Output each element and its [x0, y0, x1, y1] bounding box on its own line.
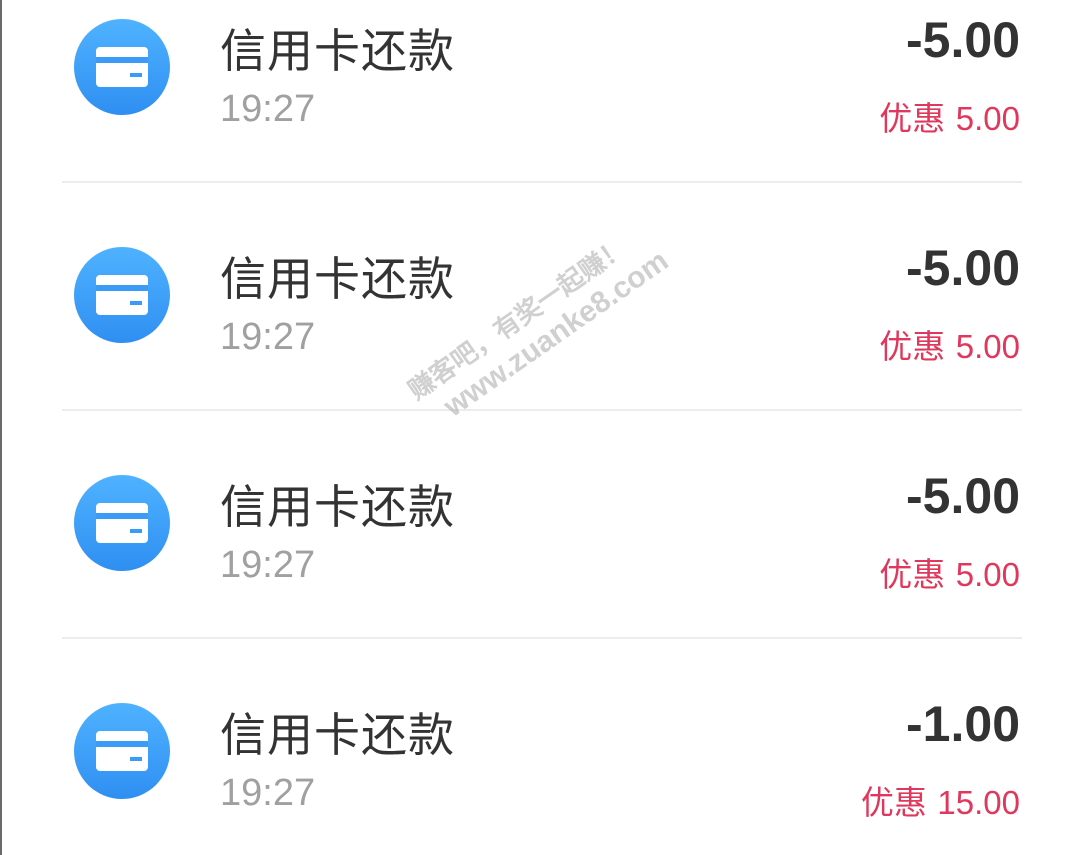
transaction-time: 19:27 [220, 88, 316, 130]
discount-label: 优惠 [879, 327, 946, 366]
discount-label: 优惠 [879, 99, 946, 138]
transaction-amount: -5.00 [906, 240, 1020, 296]
discount-label: 优惠 [879, 555, 946, 594]
transaction-discount: 优惠 15.00 [861, 776, 1020, 824]
discount-value: 15.00 [937, 784, 1020, 821]
transaction-discount: 优惠 5.00 [879, 320, 1020, 368]
transaction-title: 信用卡还款 [220, 480, 455, 534]
transaction-amount: -5.00 [906, 468, 1020, 524]
transaction-title: 信用卡还款 [220, 252, 455, 306]
transaction-row[interactable]: 信用卡还款 19:27 -1.00 优惠 15.00 [2, 639, 1080, 855]
transaction-time: 19:27 [220, 772, 316, 814]
transaction-amount: -5.00 [906, 12, 1020, 68]
transaction-time: 19:27 [220, 316, 316, 358]
transaction-time: 19:27 [220, 544, 316, 586]
discount-value: 5.00 [955, 100, 1020, 137]
transaction-amount: -1.00 [906, 696, 1020, 752]
credit-card-icon [74, 247, 170, 343]
discount-value: 5.00 [955, 328, 1020, 365]
discount-label: 优惠 [860, 783, 927, 822]
credit-card-icon [74, 703, 170, 799]
transaction-title: 信用卡还款 [220, 708, 455, 762]
credit-card-icon [74, 19, 170, 115]
transaction-row[interactable]: 信用卡还款 19:27 -5.00 优惠 5.00 [2, 183, 1080, 411]
transaction-screen: 信用卡还款 19:27 -5.00 优惠 5.00 信用卡还款 19:27 -5… [0, 0, 1080, 855]
transaction-discount: 优惠 5.00 [879, 92, 1020, 140]
transaction-row[interactable]: 信用卡还款 19:27 -5.00 优惠 5.00 [2, 0, 1080, 183]
transaction-discount: 优惠 5.00 [879, 548, 1020, 596]
discount-value: 5.00 [955, 556, 1020, 593]
transaction-row[interactable]: 信用卡还款 19:27 -5.00 优惠 5.00 [2, 411, 1080, 639]
credit-card-icon [74, 475, 170, 571]
transaction-title: 信用卡还款 [220, 24, 455, 78]
